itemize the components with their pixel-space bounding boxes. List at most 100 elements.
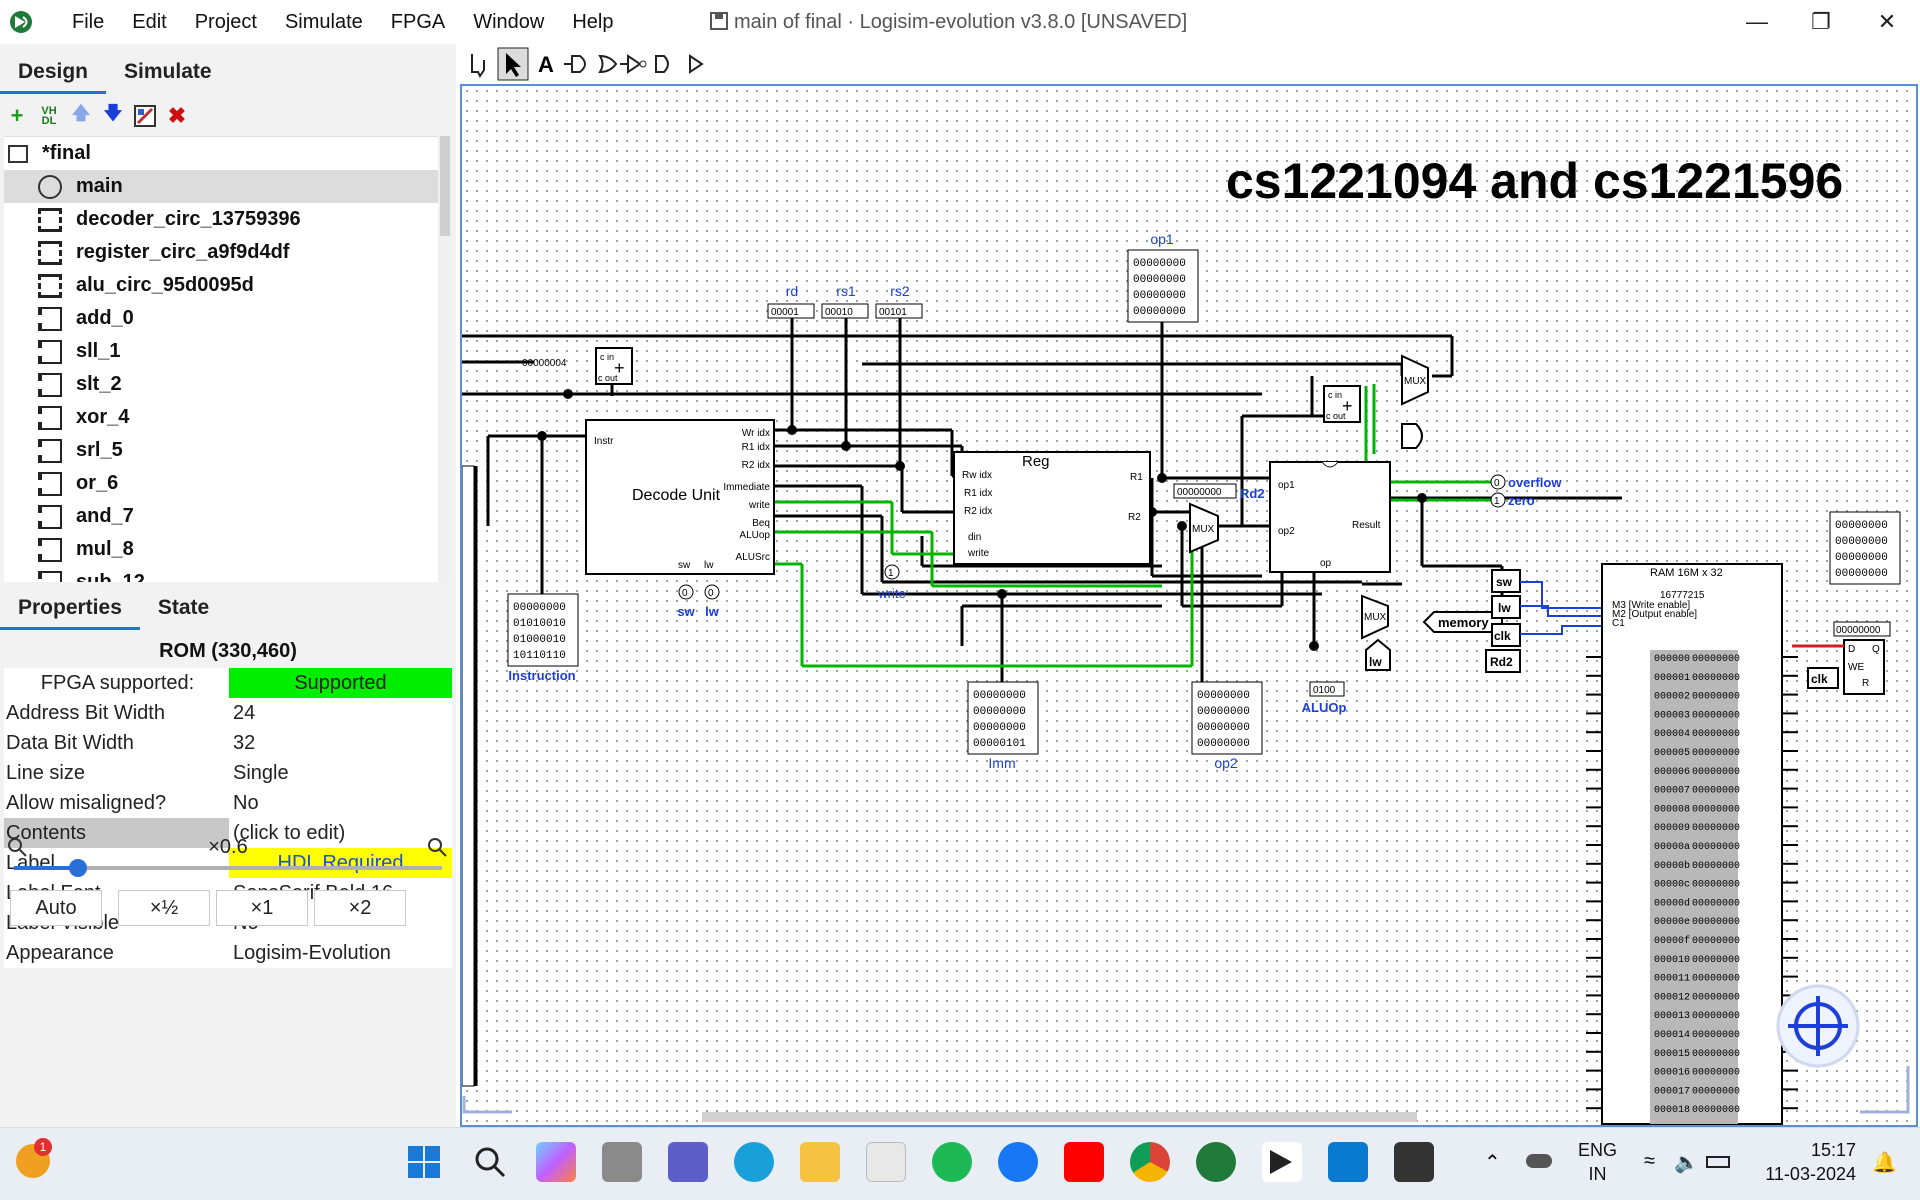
tree-item[interactable]: and_7 [4, 500, 438, 533]
tray-chevron-icon[interactable]: ⌃ [1484, 1150, 1501, 1175]
memory-mux[interactable]: MUX [1361, 594, 1389, 640]
select-tool-icon[interactable] [497, 47, 529, 81]
edit-appearance-icon[interactable] [132, 102, 158, 130]
rd2-probe[interactable]: 00000000 Rd2 [1173, 483, 1265, 501]
alusrc-mux[interactable]: MUX [1189, 502, 1219, 554]
zoom-in-icon[interactable] [426, 836, 448, 858]
add-circuit-icon[interactable]: + [4, 102, 30, 130]
op2-probe[interactable]: 00000000 00000000 00000000 00000000 op2 [1191, 681, 1263, 771]
tree-scrollbar[interactable] [438, 136, 452, 582]
not-gate-tool-icon[interactable] [620, 54, 647, 74]
ram-block[interactable]: RAM 16M x 32 16777215 M3 [Write enable] … [1586, 563, 1798, 1125]
language-indicator[interactable]: ENG IN [1578, 1138, 1617, 1186]
tab-properties[interactable]: Properties [0, 586, 140, 630]
property-row[interactable]: Appearance Logisim-Evolution [4, 938, 452, 968]
tree-project-row[interactable]: *final [4, 137, 438, 170]
nand-gate-tool-icon[interactable] [655, 55, 669, 73]
move-down-icon[interactable]: 🡇 [100, 102, 126, 130]
property-row[interactable]: Allow misaligned? No [4, 788, 452, 818]
chrome-icon[interactable] [1130, 1142, 1170, 1182]
decode-unit[interactable]: Decode Unit Instr Wr idx R1 idx R2 idx I… [585, 419, 775, 575]
menu-window[interactable]: Window [459, 0, 558, 44]
canvas-navigator-icon[interactable] [1776, 984, 1860, 1068]
youtube-icon[interactable] [1064, 1142, 1104, 1182]
start-button[interactable] [404, 1142, 444, 1182]
facebook-icon[interactable] [998, 1142, 1038, 1182]
terminal-app-icon[interactable] [1262, 1142, 1302, 1182]
tree-item[interactable]: srl_5 [4, 434, 438, 467]
tab-design[interactable]: Design [0, 50, 107, 94]
tree-item[interactable]: decoder_circ_13759396 [4, 203, 438, 236]
tree-item[interactable]: xor_4 [4, 401, 438, 434]
result-probe[interactable]: 00000000 00000000 00000000 00000000 [1829, 511, 1901, 585]
minimize-button[interactable]: — [1726, 0, 1788, 44]
delete-circuit-icon[interactable]: ✖ [164, 102, 190, 130]
property-row[interactable]: Address Bit Width 24 [4, 698, 452, 728]
notification-bell-icon[interactable]: 🔔 [1872, 1150, 1897, 1175]
tree-item[interactable]: sll_1 [4, 335, 438, 368]
zoom-2x-button[interactable]: ×2 [314, 890, 406, 926]
rs2-pin[interactable]: rs2 00101 [875, 283, 923, 319]
menu-file[interactable]: File [58, 0, 118, 44]
task-view-icon[interactable] [602, 1142, 642, 1182]
search-icon[interactable] [470, 1142, 510, 1182]
property-value[interactable]: 32 [229, 728, 452, 758]
zoom-auto-button[interactable]: Auto [10, 890, 102, 926]
tab-state[interactable]: State [140, 586, 227, 630]
menu-help[interactable]: Help [558, 0, 627, 44]
tab-simulate[interactable]: Simulate [106, 50, 230, 94]
buffer-gate-tool-icon[interactable] [689, 54, 704, 74]
tree-item[interactable]: add_0 [4, 302, 438, 335]
tree-item[interactable]: or_6 [4, 467, 438, 500]
zoom-out-icon[interactable] [6, 836, 28, 858]
property-value[interactable]: Logisim-Evolution [229, 938, 452, 968]
property-value[interactable]: 24 [229, 698, 452, 728]
cmd-icon[interactable] [1394, 1142, 1434, 1182]
zero-output[interactable]: 1 zero [1490, 492, 1535, 508]
text-tool-icon[interactable]: A [538, 52, 554, 77]
store-icon[interactable] [866, 1142, 906, 1182]
property-value[interactable]: Supported [229, 668, 452, 698]
zoom-slider-knob[interactable] [68, 859, 87, 877]
copilot-icon[interactable] [536, 1142, 576, 1182]
onedrive-icon[interactable] [1526, 1154, 1552, 1168]
property-row[interactable]: Line size Single [4, 758, 452, 788]
tree-item[interactable]: mul_8 [4, 533, 438, 566]
register-file[interactable]: Reg Rw idx R1 idx R2 idx din write R1 R2 [953, 451, 1151, 565]
instruction-probe[interactable]: 00000000 01010010 01000010 10110110 Instruc… [507, 593, 579, 683]
battery-icon[interactable] [1706, 1156, 1730, 1168]
property-value[interactable]: No [229, 788, 452, 818]
zoom-half-button[interactable]: ×½ [118, 890, 210, 926]
tree-item[interactable]: sub_12 [4, 566, 438, 582]
move-up-icon[interactable]: 🡅 [68, 102, 94, 130]
zoom-1x-button[interactable]: ×1 [216, 890, 308, 926]
tree-item[interactable]: slt_2 [4, 368, 438, 401]
menu-edit[interactable]: Edit [118, 0, 180, 44]
d-flip-flop[interactable]: 00000000 D Q WE R [1833, 621, 1891, 695]
branch-adder[interactable]: c inc out + [1323, 385, 1361, 423]
menu-simulate[interactable]: Simulate [271, 0, 377, 44]
or-gate-tool-icon[interactable] [598, 54, 618, 74]
file-explorer-icon[interactable] [800, 1142, 840, 1182]
rd-pin[interactable]: rd 00001 [767, 283, 815, 319]
canvas-horizontal-scrollbar[interactable] [702, 1112, 1417, 1122]
overflow-output[interactable]: 0 overflow [1490, 474, 1562, 490]
pc-adder[interactable]: c inc out + [595, 347, 633, 385]
property-row[interactable]: Data Bit Width 32 [4, 728, 452, 758]
tree-item[interactable]: register_circ_a9f9d4df [4, 236, 438, 269]
pc-mux[interactable]: MUX [1401, 354, 1429, 406]
clock[interactable]: 15:17 11-03-2024 [1756, 1138, 1856, 1186]
branch-and-gate[interactable] [1401, 423, 1423, 449]
tree-item[interactable]: alu_circ_95d0095d [4, 269, 438, 302]
teams-icon[interactable] [668, 1142, 708, 1182]
lw-output[interactable]: 0 lw [704, 584, 720, 619]
tree-item[interactable]: main [4, 170, 438, 203]
property-value[interactable]: Single [229, 758, 452, 788]
op1-probe[interactable]: op1 00000000 00000000 00000000 00000000 [1127, 231, 1199, 323]
menu-fpga[interactable]: FPGA [377, 0, 459, 44]
vscode-icon[interactable] [1328, 1142, 1368, 1182]
poke-tool-icon[interactable] [471, 54, 485, 78]
volume-icon[interactable]: 🔈 [1674, 1150, 1699, 1175]
property-row[interactable]: FPGA supported: Supported [4, 668, 452, 698]
close-window-button[interactable]: ✕ [1856, 0, 1918, 44]
